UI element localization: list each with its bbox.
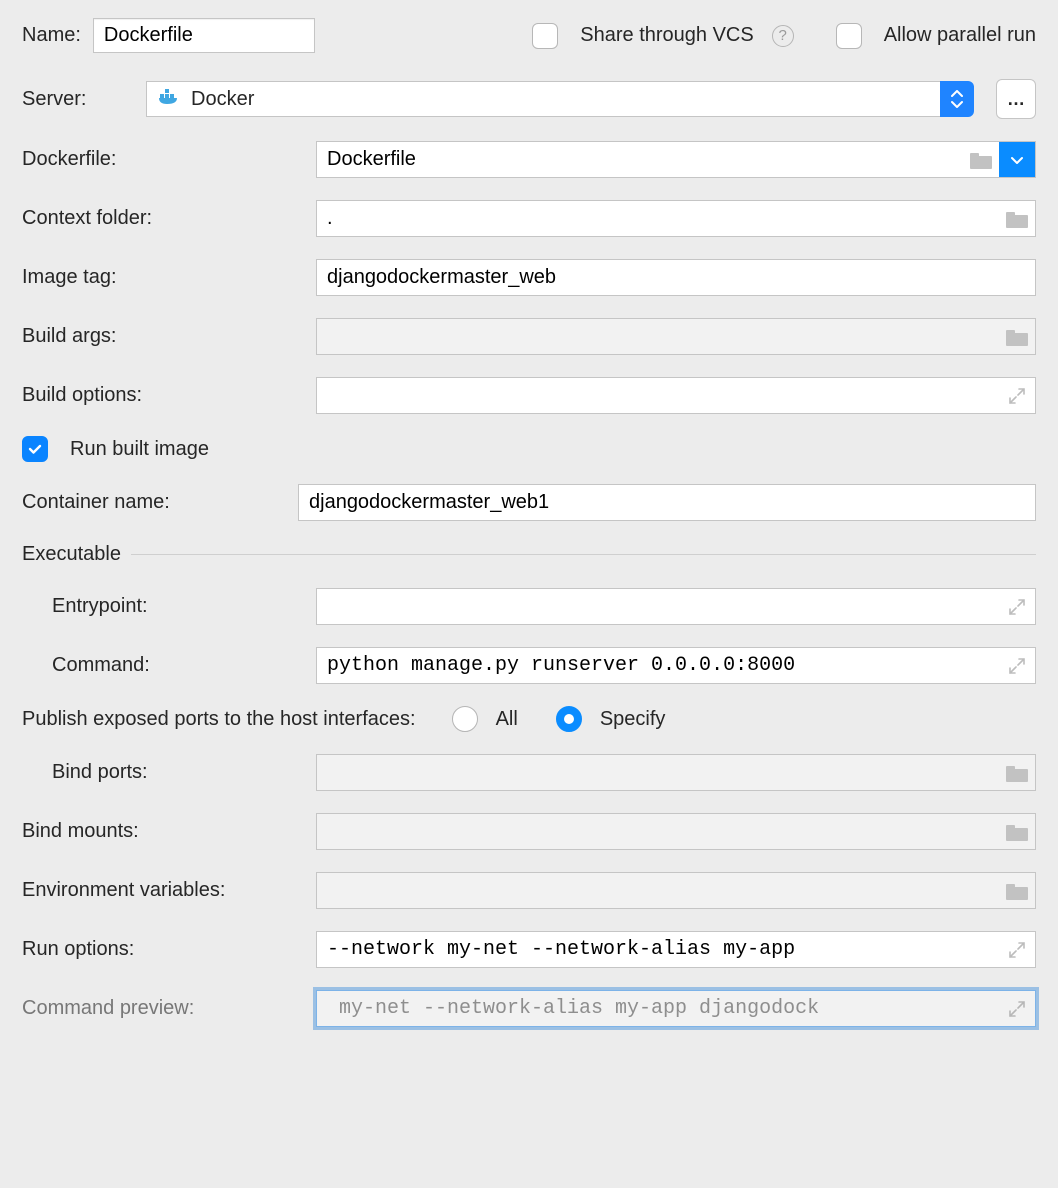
image-tag-input[interactable] — [317, 260, 1035, 295]
allow-parallel-checkbox[interactable] — [836, 23, 862, 49]
env-vars-browse-icon[interactable] — [999, 873, 1035, 908]
build-options-input[interactable] — [317, 378, 999, 413]
bind-mounts-browse-icon[interactable] — [999, 814, 1035, 849]
dockerfile-label: Dockerfile: — [22, 148, 304, 171]
bind-mounts-label: Bind mounts: — [22, 820, 304, 843]
server-selected: Docker — [191, 88, 254, 111]
allow-parallel-label: Allow parallel run — [884, 24, 1036, 47]
build-options-label: Build options: — [22, 384, 304, 407]
command-expand-icon[interactable] — [999, 648, 1035, 683]
publish-specify-radio[interactable] — [556, 706, 582, 732]
env-vars-label: Environment variables: — [22, 879, 304, 902]
publish-all-label: All — [496, 708, 518, 731]
context-folder-label: Context folder: — [22, 207, 304, 230]
run-built-image-label: Run built image — [70, 438, 209, 461]
build-args-label: Build args: — [22, 325, 304, 348]
env-vars-input[interactable] — [317, 873, 999, 908]
run-options-label: Run options: — [22, 938, 304, 961]
dockerfile-browse-icon[interactable] — [963, 142, 999, 177]
docker-icon — [157, 86, 181, 112]
server-browse-button[interactable]: … — [996, 79, 1036, 119]
command-input[interactable] — [317, 648, 999, 683]
command-preview-label: Command preview: — [22, 997, 304, 1020]
server-select-arrows[interactable] — [940, 81, 974, 117]
dockerfile-dropdown[interactable] — [999, 142, 1035, 177]
name-label: Name: — [22, 24, 81, 47]
section-divider — [131, 554, 1036, 555]
executable-section-label: Executable — [22, 543, 121, 566]
container-name-label: Container name: — [22, 491, 286, 514]
command-preview-input[interactable] — [317, 991, 999, 1026]
bind-ports-input[interactable] — [317, 755, 999, 790]
build-args-browse-icon[interactable] — [999, 319, 1035, 354]
bind-ports-browse-icon[interactable] — [999, 755, 1035, 790]
publish-ports-label: Publish exposed ports to the host interf… — [22, 708, 416, 731]
entrypoint-label: Entrypoint: — [22, 595, 304, 618]
container-name-input[interactable] — [299, 485, 1035, 520]
dockerfile-input[interactable] — [317, 142, 963, 177]
bind-mounts-input[interactable] — [317, 814, 999, 849]
context-folder-input[interactable] — [317, 201, 999, 236]
run-built-image-checkbox[interactable] — [22, 436, 48, 462]
name-input[interactable] — [93, 18, 315, 53]
publish-specify-label: Specify — [600, 708, 666, 731]
context-folder-browse-icon[interactable] — [999, 201, 1035, 236]
bind-ports-label: Bind ports: — [22, 761, 304, 784]
share-vcs-checkbox[interactable] — [532, 23, 558, 49]
help-icon[interactable]: ? — [772, 25, 794, 47]
share-vcs-label: Share through VCS — [580, 24, 753, 47]
run-options-input[interactable] — [317, 932, 999, 967]
server-label: Server: — [22, 88, 134, 111]
entrypoint-expand-icon[interactable] — [999, 589, 1035, 624]
run-options-expand-icon[interactable] — [999, 932, 1035, 967]
command-label: Command: — [22, 654, 304, 677]
build-options-expand-icon[interactable] — [999, 378, 1035, 413]
publish-all-radio[interactable] — [452, 706, 478, 732]
build-args-input[interactable] — [317, 319, 999, 354]
image-tag-label: Image tag: — [22, 266, 304, 289]
server-select[interactable]: Docker — [146, 81, 940, 117]
entrypoint-input[interactable] — [317, 589, 999, 624]
command-preview-expand-icon[interactable] — [999, 991, 1035, 1026]
